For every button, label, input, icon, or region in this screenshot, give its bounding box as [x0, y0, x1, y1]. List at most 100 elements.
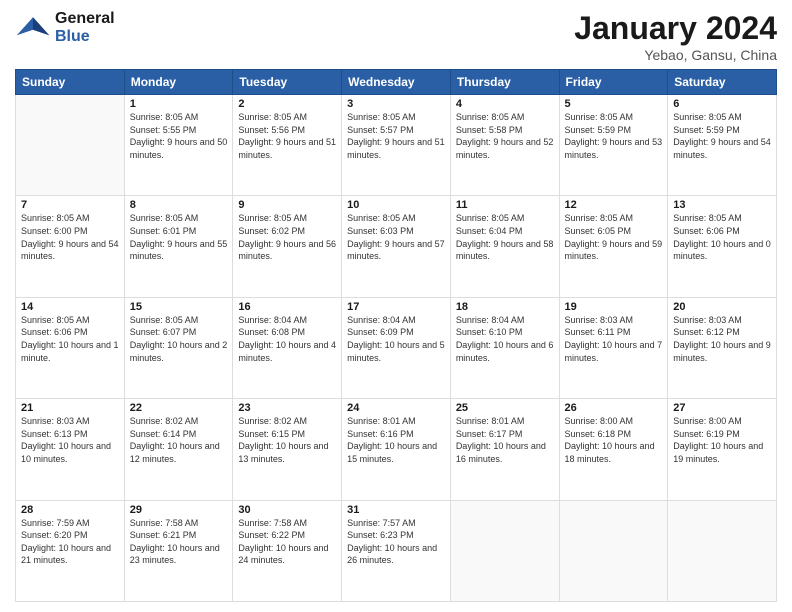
calendar-cell: 27Sunrise: 8:00 AMSunset: 6:19 PMDayligh… [668, 399, 777, 500]
day-number: 4 [456, 98, 554, 110]
day-number: 27 [673, 402, 771, 414]
calendar-cell: 17Sunrise: 8:04 AMSunset: 6:09 PMDayligh… [342, 297, 451, 398]
day-info: Sunrise: 7:59 AMSunset: 6:20 PMDaylight:… [21, 517, 119, 567]
day-info: Sunrise: 8:05 AMSunset: 6:06 PMDaylight:… [673, 212, 771, 262]
day-info: Sunrise: 8:02 AMSunset: 6:15 PMDaylight:… [238, 415, 336, 465]
logo-blue-text: Blue [55, 28, 115, 46]
calendar-header-row: SundayMondayTuesdayWednesdayThursdayFrid… [16, 70, 777, 95]
calendar-cell: 29Sunrise: 7:58 AMSunset: 6:21 PMDayligh… [124, 500, 233, 601]
day-info: Sunrise: 8:01 AMSunset: 6:17 PMDaylight:… [456, 415, 554, 465]
day-number: 25 [456, 402, 554, 414]
logo-icon [15, 10, 51, 46]
calendar-cell: 4Sunrise: 8:05 AMSunset: 5:58 PMDaylight… [450, 95, 559, 196]
day-number: 8 [130, 199, 228, 211]
day-info: Sunrise: 7:58 AMSunset: 6:21 PMDaylight:… [130, 517, 228, 567]
calendar-cell: 8Sunrise: 8:05 AMSunset: 6:01 PMDaylight… [124, 196, 233, 297]
day-info: Sunrise: 8:03 AMSunset: 6:11 PMDaylight:… [565, 314, 663, 364]
day-number: 1 [130, 98, 228, 110]
day-info: Sunrise: 8:05 AMSunset: 6:01 PMDaylight:… [130, 212, 228, 262]
day-info: Sunrise: 8:01 AMSunset: 6:16 PMDaylight:… [347, 415, 445, 465]
day-info: Sunrise: 8:04 AMSunset: 6:10 PMDaylight:… [456, 314, 554, 364]
day-number: 30 [238, 504, 336, 516]
calendar-week-4: 21Sunrise: 8:03 AMSunset: 6:13 PMDayligh… [16, 399, 777, 500]
calendar-cell: 26Sunrise: 8:00 AMSunset: 6:18 PMDayligh… [559, 399, 668, 500]
calendar-header-wednesday: Wednesday [342, 70, 451, 95]
day-info: Sunrise: 7:58 AMSunset: 6:22 PMDaylight:… [238, 517, 336, 567]
calendar-week-3: 14Sunrise: 8:05 AMSunset: 6:06 PMDayligh… [16, 297, 777, 398]
day-info: Sunrise: 8:05 AMSunset: 5:56 PMDaylight:… [238, 111, 336, 161]
title-section: January 2024 Yebao, Gansu, China [574, 10, 777, 63]
day-info: Sunrise: 8:02 AMSunset: 6:14 PMDaylight:… [130, 415, 228, 465]
calendar-cell: 19Sunrise: 8:03 AMSunset: 6:11 PMDayligh… [559, 297, 668, 398]
calendar-cell: 3Sunrise: 8:05 AMSunset: 5:57 PMDaylight… [342, 95, 451, 196]
day-number: 9 [238, 199, 336, 211]
day-number: 11 [456, 199, 554, 211]
day-number: 21 [21, 402, 119, 414]
calendar-cell: 28Sunrise: 7:59 AMSunset: 6:20 PMDayligh… [16, 500, 125, 601]
calendar-cell: 13Sunrise: 8:05 AMSunset: 6:06 PMDayligh… [668, 196, 777, 297]
calendar-header-friday: Friday [559, 70, 668, 95]
logo: General Blue [15, 10, 115, 46]
day-number: 15 [130, 301, 228, 313]
calendar-cell: 10Sunrise: 8:05 AMSunset: 6:03 PMDayligh… [342, 196, 451, 297]
day-info: Sunrise: 8:05 AMSunset: 5:59 PMDaylight:… [565, 111, 663, 161]
calendar-week-2: 7Sunrise: 8:05 AMSunset: 6:00 PMDaylight… [16, 196, 777, 297]
day-info: Sunrise: 8:05 AMSunset: 6:07 PMDaylight:… [130, 314, 228, 364]
calendar-cell [450, 500, 559, 601]
calendar-cell: 11Sunrise: 8:05 AMSunset: 6:04 PMDayligh… [450, 196, 559, 297]
day-number: 20 [673, 301, 771, 313]
day-info: Sunrise: 8:00 AMSunset: 6:19 PMDaylight:… [673, 415, 771, 465]
calendar-cell [16, 95, 125, 196]
day-info: Sunrise: 8:05 AMSunset: 6:04 PMDaylight:… [456, 212, 554, 262]
day-number: 13 [673, 199, 771, 211]
day-number: 2 [238, 98, 336, 110]
calendar-table: SundayMondayTuesdayWednesdayThursdayFrid… [15, 69, 777, 602]
calendar-cell: 14Sunrise: 8:05 AMSunset: 6:06 PMDayligh… [16, 297, 125, 398]
day-info: Sunrise: 8:05 AMSunset: 6:03 PMDaylight:… [347, 212, 445, 262]
day-info: Sunrise: 8:03 AMSunset: 6:12 PMDaylight:… [673, 314, 771, 364]
logo-text: General Blue [55, 10, 115, 45]
calendar-cell: 7Sunrise: 8:05 AMSunset: 6:00 PMDaylight… [16, 196, 125, 297]
day-info: Sunrise: 8:03 AMSunset: 6:13 PMDaylight:… [21, 415, 119, 465]
calendar-cell [668, 500, 777, 601]
day-number: 12 [565, 199, 663, 211]
day-number: 5 [565, 98, 663, 110]
calendar-cell: 9Sunrise: 8:05 AMSunset: 6:02 PMDaylight… [233, 196, 342, 297]
day-number: 18 [456, 301, 554, 313]
subtitle: Yebao, Gansu, China [574, 47, 777, 63]
day-number: 19 [565, 301, 663, 313]
calendar-header-saturday: Saturday [668, 70, 777, 95]
day-info: Sunrise: 8:00 AMSunset: 6:18 PMDaylight:… [565, 415, 663, 465]
calendar-header-monday: Monday [124, 70, 233, 95]
main-title: January 2024 [574, 10, 777, 47]
calendar-cell: 22Sunrise: 8:02 AMSunset: 6:14 PMDayligh… [124, 399, 233, 500]
day-number: 24 [347, 402, 445, 414]
day-number: 28 [21, 504, 119, 516]
day-info: Sunrise: 8:05 AMSunset: 6:05 PMDaylight:… [565, 212, 663, 262]
calendar-header-tuesday: Tuesday [233, 70, 342, 95]
calendar-cell: 5Sunrise: 8:05 AMSunset: 5:59 PMDaylight… [559, 95, 668, 196]
calendar-cell: 31Sunrise: 7:57 AMSunset: 6:23 PMDayligh… [342, 500, 451, 601]
calendar-cell: 6Sunrise: 8:05 AMSunset: 5:59 PMDaylight… [668, 95, 777, 196]
day-info: Sunrise: 8:05 AMSunset: 5:57 PMDaylight:… [347, 111, 445, 161]
calendar-cell: 21Sunrise: 8:03 AMSunset: 6:13 PMDayligh… [16, 399, 125, 500]
day-number: 23 [238, 402, 336, 414]
header: General Blue January 2024 Yebao, Gansu, … [15, 10, 777, 63]
logo-general-text: General [55, 10, 115, 28]
calendar-header-sunday: Sunday [16, 70, 125, 95]
day-info: Sunrise: 8:05 AMSunset: 5:55 PMDaylight:… [130, 111, 228, 161]
day-number: 16 [238, 301, 336, 313]
day-info: Sunrise: 8:04 AMSunset: 6:08 PMDaylight:… [238, 314, 336, 364]
calendar-week-5: 28Sunrise: 7:59 AMSunset: 6:20 PMDayligh… [16, 500, 777, 601]
calendar-week-1: 1Sunrise: 8:05 AMSunset: 5:55 PMDaylight… [16, 95, 777, 196]
day-info: Sunrise: 7:57 AMSunset: 6:23 PMDaylight:… [347, 517, 445, 567]
day-number: 22 [130, 402, 228, 414]
day-number: 3 [347, 98, 445, 110]
day-number: 14 [21, 301, 119, 313]
day-info: Sunrise: 8:05 AMSunset: 6:06 PMDaylight:… [21, 314, 119, 364]
calendar-cell: 24Sunrise: 8:01 AMSunset: 6:16 PMDayligh… [342, 399, 451, 500]
calendar-cell: 2Sunrise: 8:05 AMSunset: 5:56 PMDaylight… [233, 95, 342, 196]
calendar-cell: 16Sunrise: 8:04 AMSunset: 6:08 PMDayligh… [233, 297, 342, 398]
calendar-cell: 12Sunrise: 8:05 AMSunset: 6:05 PMDayligh… [559, 196, 668, 297]
day-number: 17 [347, 301, 445, 313]
